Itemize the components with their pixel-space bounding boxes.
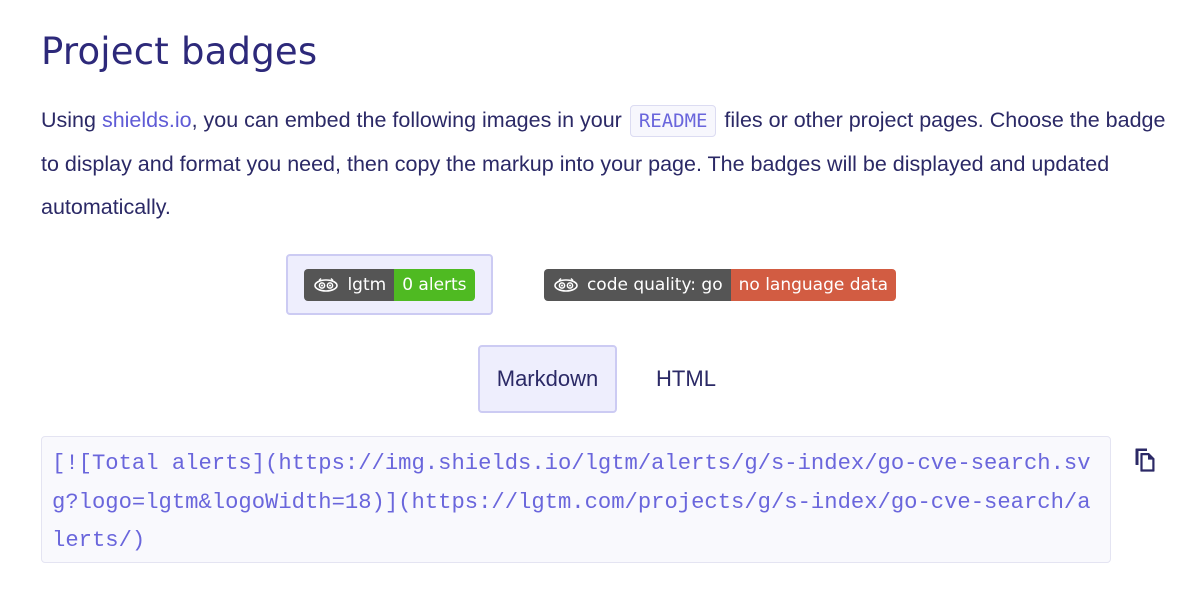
markup-code-box[interactable]: [![Total alerts](https://img.shields.io/… (41, 436, 1111, 563)
badge-label-text: lgtm (347, 274, 387, 295)
code-quality-badge: code quality: go no language data (543, 268, 897, 301)
badge-option-lgtm-alerts[interactable]: lgtm 0 alerts (286, 254, 493, 315)
intro-text-start: Using (41, 108, 102, 132)
badge-label: code quality: go (543, 268, 731, 301)
badge-label: lgtm (304, 268, 395, 301)
readme-code-term: README (629, 105, 717, 137)
lgtm-alerts-badge: lgtm 0 alerts (304, 268, 475, 301)
intro-text-middle: , you can embed the following images in … (191, 108, 628, 132)
copy-icon (1135, 448, 1155, 472)
badge-value: no language data (730, 268, 897, 301)
page-title: Project badges (41, 30, 318, 73)
lgtm-logo-icon (554, 277, 578, 292)
copy-button[interactable] (1131, 445, 1159, 475)
lgtm-logo-icon (314, 277, 339, 292)
badge-value: 0 alerts (394, 268, 475, 301)
tab-markdown[interactable]: Markdown (478, 345, 617, 413)
tab-html[interactable]: HTML (628, 345, 744, 413)
badge-label-text: code quality: go (586, 274, 723, 295)
badge-option-code-quality[interactable]: code quality: go no language data (526, 254, 914, 315)
shields-io-link[interactable]: shields.io (102, 108, 192, 132)
intro-paragraph: Using shields.io, you can embed the foll… (41, 99, 1171, 229)
